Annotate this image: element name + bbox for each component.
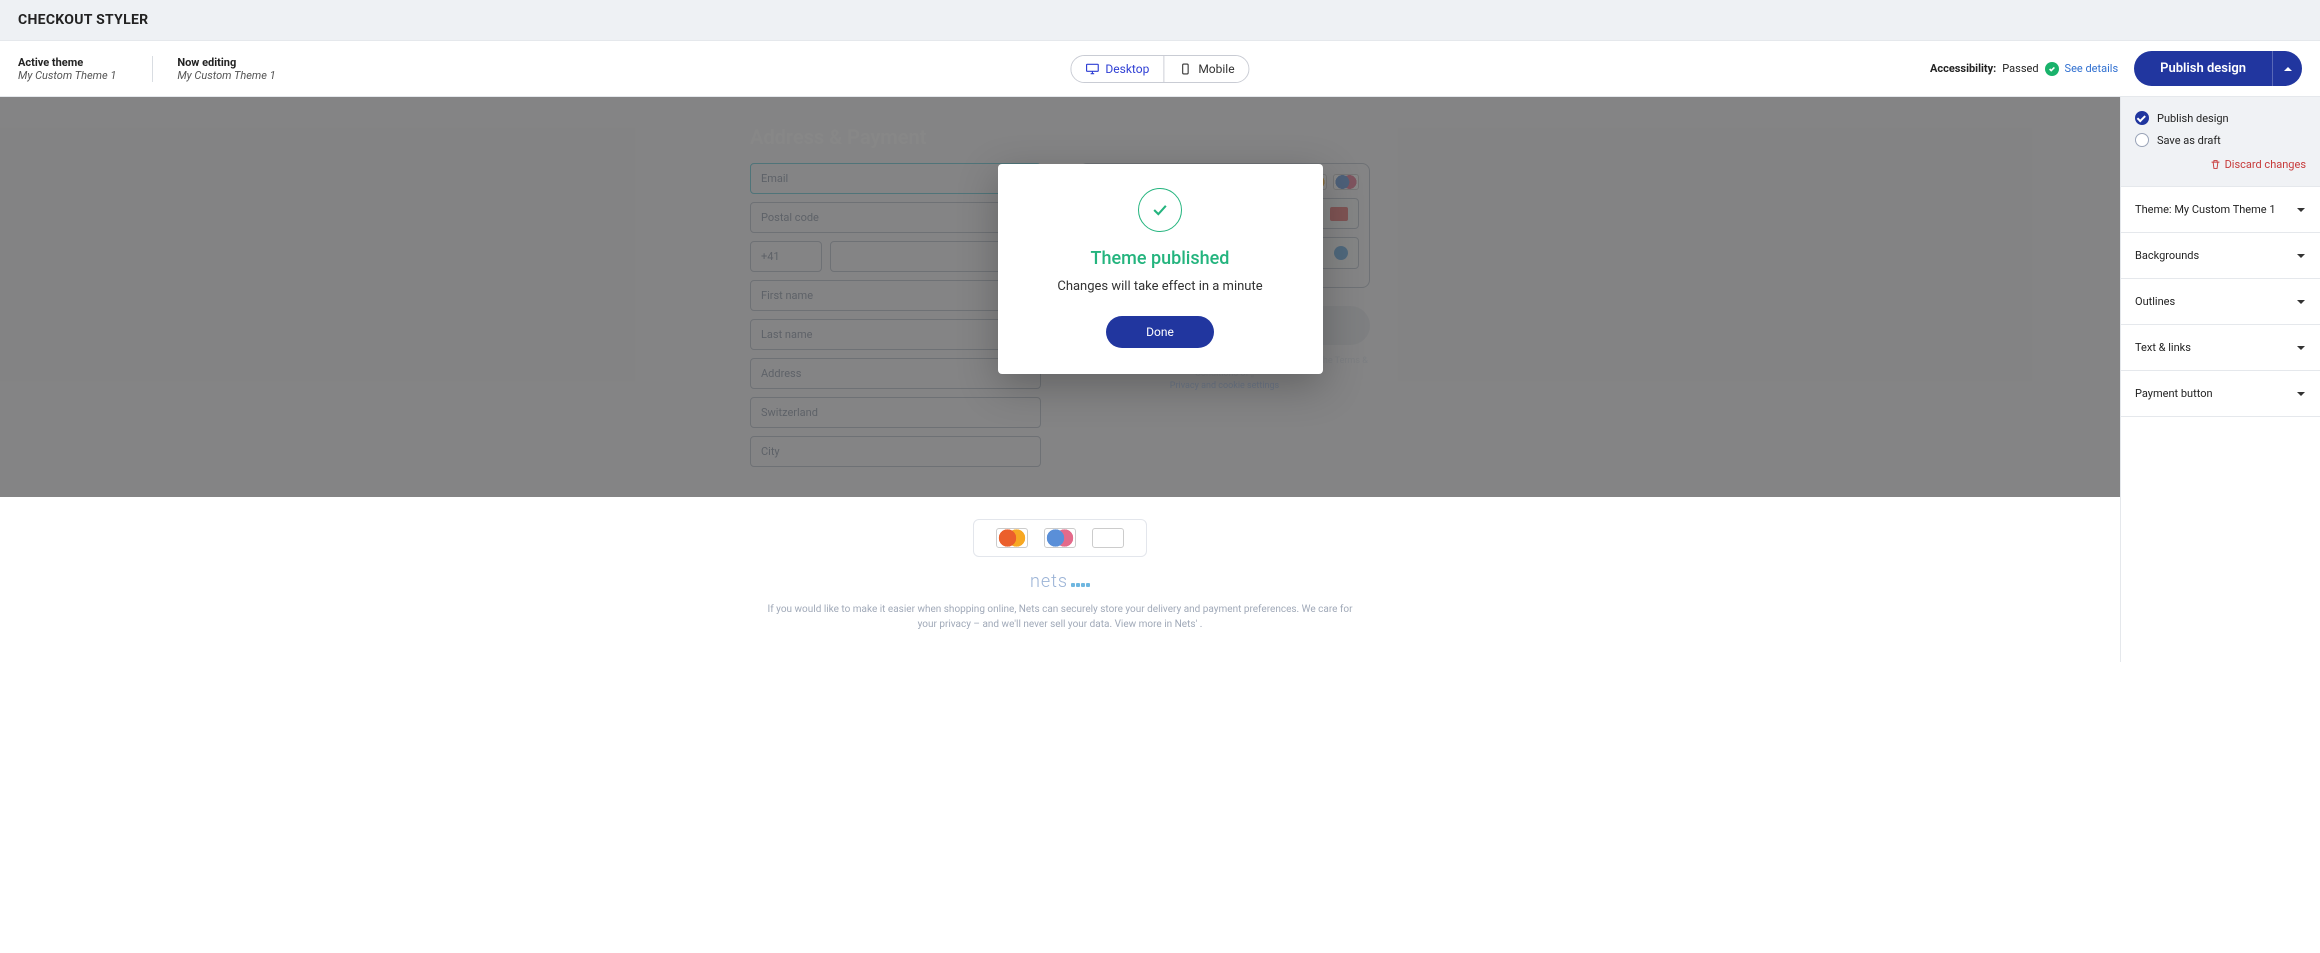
chevron-down-icon (2296, 251, 2306, 261)
publish-split-button: Publish design (2134, 51, 2302, 86)
radio-icon (2135, 133, 2149, 147)
side-panel-header: Publish design Save as draft Discard cha… (2121, 97, 2320, 187)
mobile-toggle-label: Mobile (1198, 62, 1234, 76)
page-title: CHECKOUT STYLER (18, 12, 2302, 28)
caret-up-icon (2283, 64, 2293, 74)
desktop-toggle-button[interactable]: Desktop (1071, 56, 1164, 82)
radio-checked-icon (2135, 111, 2149, 125)
trash-icon (2210, 159, 2221, 170)
chevron-down-icon (2296, 389, 2306, 399)
publish-design-button[interactable]: Publish design (2134, 51, 2272, 86)
active-theme-value: My Custom Theme 1 (18, 69, 116, 82)
editing-theme-block: Now editing My Custom Theme 1 (152, 56, 299, 82)
visa-logo-icon (1092, 528, 1124, 548)
desktop-toggle-label: Desktop (1105, 62, 1149, 76)
footer-text: If you would like to make it easier when… (765, 602, 1355, 632)
accordion-backgrounds[interactable]: Backgrounds (2121, 233, 2320, 279)
accordion-outlines-label: Outlines (2135, 295, 2175, 308)
accordion-outlines[interactable]: Outlines (2121, 279, 2320, 325)
side-panel: Publish design Save as draft Discard cha… (2120, 97, 2320, 662)
toolbar-right: Accessibility: Passed See details Publis… (1930, 51, 2302, 86)
modal-title: Theme published (1024, 248, 1297, 269)
modal-body: Changes will take effect in a minute (1024, 279, 1297, 294)
accessibility-status: Accessibility: Passed See details (1930, 62, 2118, 76)
preview-footer: nets If you would like to make it easier… (0, 497, 2120, 662)
maestro-logo-icon (1044, 528, 1076, 548)
done-button[interactable]: Done (1106, 316, 1214, 348)
accordion-text-links-label: Text & links (2135, 341, 2191, 354)
mobile-toggle-button[interactable]: Mobile (1164, 56, 1248, 82)
published-modal: Theme published Changes will take effect… (998, 164, 1323, 374)
mastercard-logo-icon (996, 528, 1028, 548)
theme-info: Active theme My Custom Theme 1 Now editi… (18, 56, 300, 82)
accessibility-value: Passed (2002, 62, 2038, 75)
accordion-text-links[interactable]: Text & links (2121, 325, 2320, 371)
publish-radio-label: Publish design (2157, 112, 2229, 125)
publish-radio[interactable]: Publish design (2135, 111, 2306, 125)
mobile-icon (1178, 63, 1192, 75)
chevron-down-icon (2296, 205, 2306, 215)
accordion-theme-label: Theme: My Custom Theme 1 (2135, 203, 2276, 216)
success-check-icon (1138, 188, 1182, 232)
nets-logo: nets (0, 571, 2120, 592)
draft-radio[interactable]: Save as draft (2135, 133, 2306, 147)
page-banner: CHECKOUT STYLER (0, 0, 2320, 41)
editing-theme-label: Now editing (177, 56, 275, 69)
accordion-payment-button-label: Payment button (2135, 387, 2213, 400)
active-theme-block: Active theme My Custom Theme 1 (18, 56, 140, 82)
editing-theme-value: My Custom Theme 1 (177, 69, 275, 82)
accordion-payment-button[interactable]: Payment button (2121, 371, 2320, 417)
desktop-icon (1085, 63, 1099, 75)
chevron-down-icon (2296, 343, 2306, 353)
accordion-backgrounds-label: Backgrounds (2135, 249, 2199, 262)
view-toggle: Desktop Mobile (1070, 55, 1249, 83)
draft-radio-label: Save as draft (2157, 134, 2221, 147)
discard-changes-link[interactable]: Discard changes (2210, 158, 2306, 171)
chevron-down-icon (2296, 297, 2306, 307)
dots-icon (1070, 571, 1090, 592)
accessibility-label: Accessibility: (1930, 62, 1996, 75)
active-theme-label: Active theme (18, 56, 116, 69)
check-circle-icon (2045, 62, 2059, 76)
publish-dropdown-button[interactable] (2272, 51, 2302, 86)
accordion-theme[interactable]: Theme: My Custom Theme 1 (2121, 187, 2320, 233)
payment-brands-box (973, 519, 1147, 557)
toolbar: Active theme My Custom Theme 1 Now editi… (0, 41, 2320, 97)
see-details-link[interactable]: See details (2065, 62, 2119, 75)
